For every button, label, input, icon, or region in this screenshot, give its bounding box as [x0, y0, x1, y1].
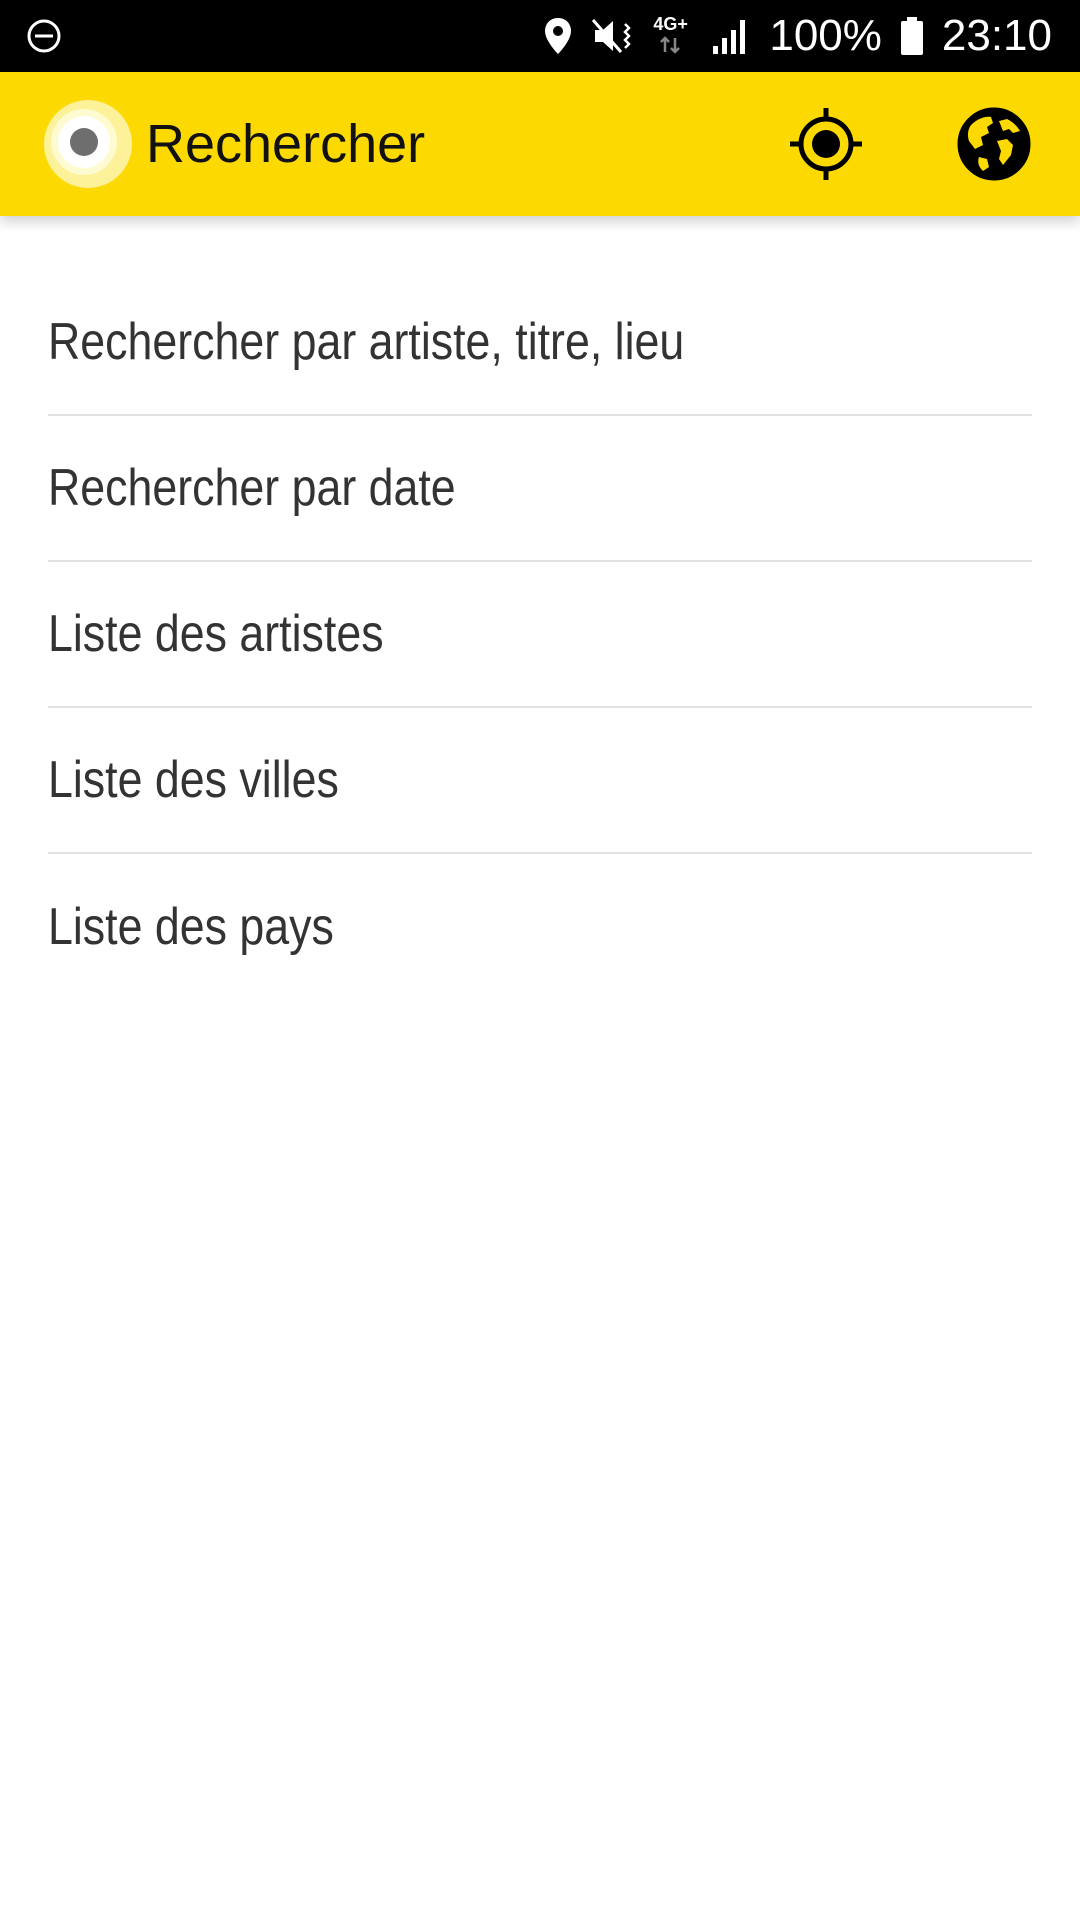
- signal-icon: [711, 16, 751, 56]
- location-icon: [543, 16, 573, 56]
- menu-item-search-artist-title-place[interactable]: Rechercher par artiste, titre, lieu: [48, 270, 1032, 416]
- app-bar: Rechercher: [0, 72, 1080, 216]
- menu-item-label: Liste des artistes: [48, 605, 384, 663]
- status-icons: 4G+ 100% 23:10: [543, 0, 1052, 72]
- mute-vibrate-icon: [591, 16, 635, 56]
- menu-item-artists-list[interactable]: Liste des artistes: [48, 562, 1032, 708]
- network-4g-icon: 4G+: [653, 14, 693, 56]
- locate-icon: [790, 108, 862, 180]
- app-logo-icon: [40, 96, 136, 192]
- globe-icon: [957, 107, 1031, 181]
- search-options-list: Rechercher par artiste, titre, lieu Rech…: [0, 270, 1080, 1000]
- clock-time: 23:10: [941, 11, 1052, 60]
- locate-button[interactable]: [786, 104, 866, 184]
- battery-icon: [900, 16, 924, 56]
- menu-item-label: Rechercher par date: [48, 459, 456, 517]
- menu-item-cities-list[interactable]: Liste des villes: [48, 708, 1032, 854]
- menu-item-label: Liste des villes: [48, 751, 339, 809]
- page-title: Rechercher: [146, 114, 426, 174]
- menu-item-search-by-date[interactable]: Rechercher par date: [48, 416, 1032, 562]
- menu-item-label: Liste des pays: [48, 898, 334, 956]
- do-not-disturb-icon: [26, 18, 62, 54]
- battery-percent: 100%: [769, 11, 882, 60]
- menu-item-countries-list[interactable]: Liste des pays: [48, 854, 1032, 1000]
- menu-item-label: Rechercher par artiste, titre, lieu: [48, 313, 685, 371]
- status-bar: 4G+ 100% 23:10: [0, 0, 1080, 72]
- globe-button[interactable]: [954, 104, 1034, 184]
